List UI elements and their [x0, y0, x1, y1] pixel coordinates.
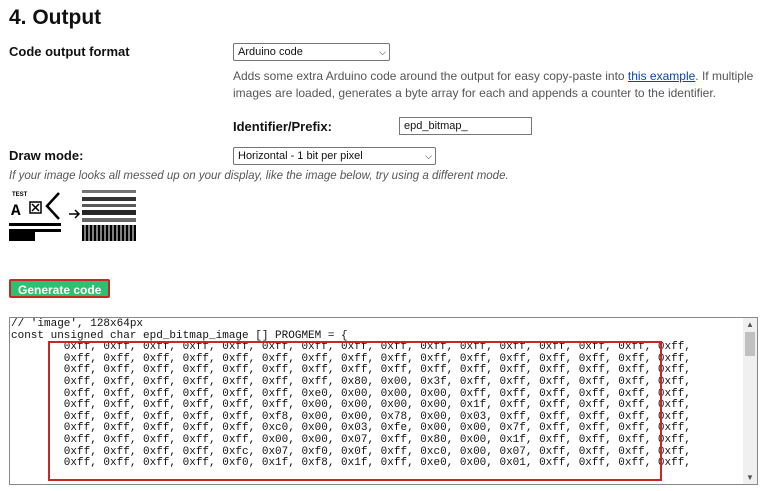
code-output-text: // 'image', 128x64px const unsigned char…: [11, 318, 691, 470]
draw-mode-select[interactable]: Horizontal - 1 bit per pixel ⌵: [233, 147, 436, 165]
svg-text:TEST: TEST: [12, 192, 28, 198]
code-line: 0xff, 0xff, 0xff, 0xff, 0xff, 0xff, 0xff…: [63, 352, 691, 365]
code-line: // 'image', 128x64px: [11, 318, 144, 330]
identifier-label: Identifier/Prefix:: [233, 119, 332, 134]
scrollbar[interactable]: ▲ ▼: [743, 318, 757, 484]
draw-mode-label: Draw mode:: [9, 148, 84, 163]
code-output-textarea[interactable]: // 'image', 128x64px const unsigned char…: [9, 317, 758, 485]
code-line: 0xff, 0xff, 0xff, 0xff, 0xff, 0xff, 0xe0…: [63, 387, 691, 400]
code-line: 0xff, 0xff, 0xff, 0xff, 0xfc, 0x07, 0xf0…: [63, 445, 691, 458]
code-line: 0xff, 0xff, 0xff, 0xff, 0xf0, 0x1f, 0xf8…: [11, 457, 691, 470]
output-format-label: Code output format: [9, 44, 130, 59]
code-line: 0xff, 0xff, 0xff, 0xff, 0xff, 0xf8, 0x00…: [63, 410, 691, 423]
code-line: 0xff, 0xff, 0xff, 0xff, 0xff, 0x00, 0x00…: [63, 433, 691, 446]
scroll-down-icon[interactable]: ▼: [746, 473, 754, 482]
generate-code-button[interactable]: Generate code: [9, 279, 111, 298]
output-format-description: Adds some extra Arduino code around the …: [233, 69, 754, 100]
code-line: 0xff, 0xff, 0xff, 0xff, 0xff, 0xff, 0x00…: [63, 399, 691, 412]
section-title: 4. Output: [9, 6, 102, 29]
chevron-down-icon: ⌵: [379, 47, 386, 57]
draw-mode-note: If your image looks all messed up on you…: [9, 170, 509, 182]
svg-text:A: A: [11, 202, 21, 220]
example-link[interactable]: this example: [628, 69, 695, 83]
code-line: 0xff, 0xff, 0xff, 0xff, 0xff, 0xff, 0xff…: [63, 375, 691, 388]
scroll-up-icon[interactable]: ▲: [746, 320, 754, 329]
draw-mode-value: Horizontal - 1 bit per pixel: [238, 150, 363, 162]
arrow-right-icon: [69, 209, 81, 219]
scrollbar-thumb[interactable]: [745, 332, 755, 356]
code-line: 0xff, 0xff, 0xff, 0xff, 0xff, 0xc0, 0x00…: [63, 422, 691, 435]
chevron-down-icon: ⌵: [425, 151, 432, 161]
output-format-value: Arduino code: [238, 46, 303, 58]
code-line: 0xff, 0xff, 0xff, 0xff, 0xff, 0xff, 0xff…: [63, 364, 691, 377]
output-format-select[interactable]: Arduino code ⌵: [233, 43, 390, 61]
mode-example-image: TEST A: [9, 190, 136, 241]
identifier-input[interactable]: [399, 117, 532, 135]
code-line: 0xff, 0xff, 0xff, 0xff, 0xff, 0xff, 0xff…: [63, 341, 691, 354]
code-line: const unsigned char epd_bitmap_image [] …: [11, 329, 348, 342]
